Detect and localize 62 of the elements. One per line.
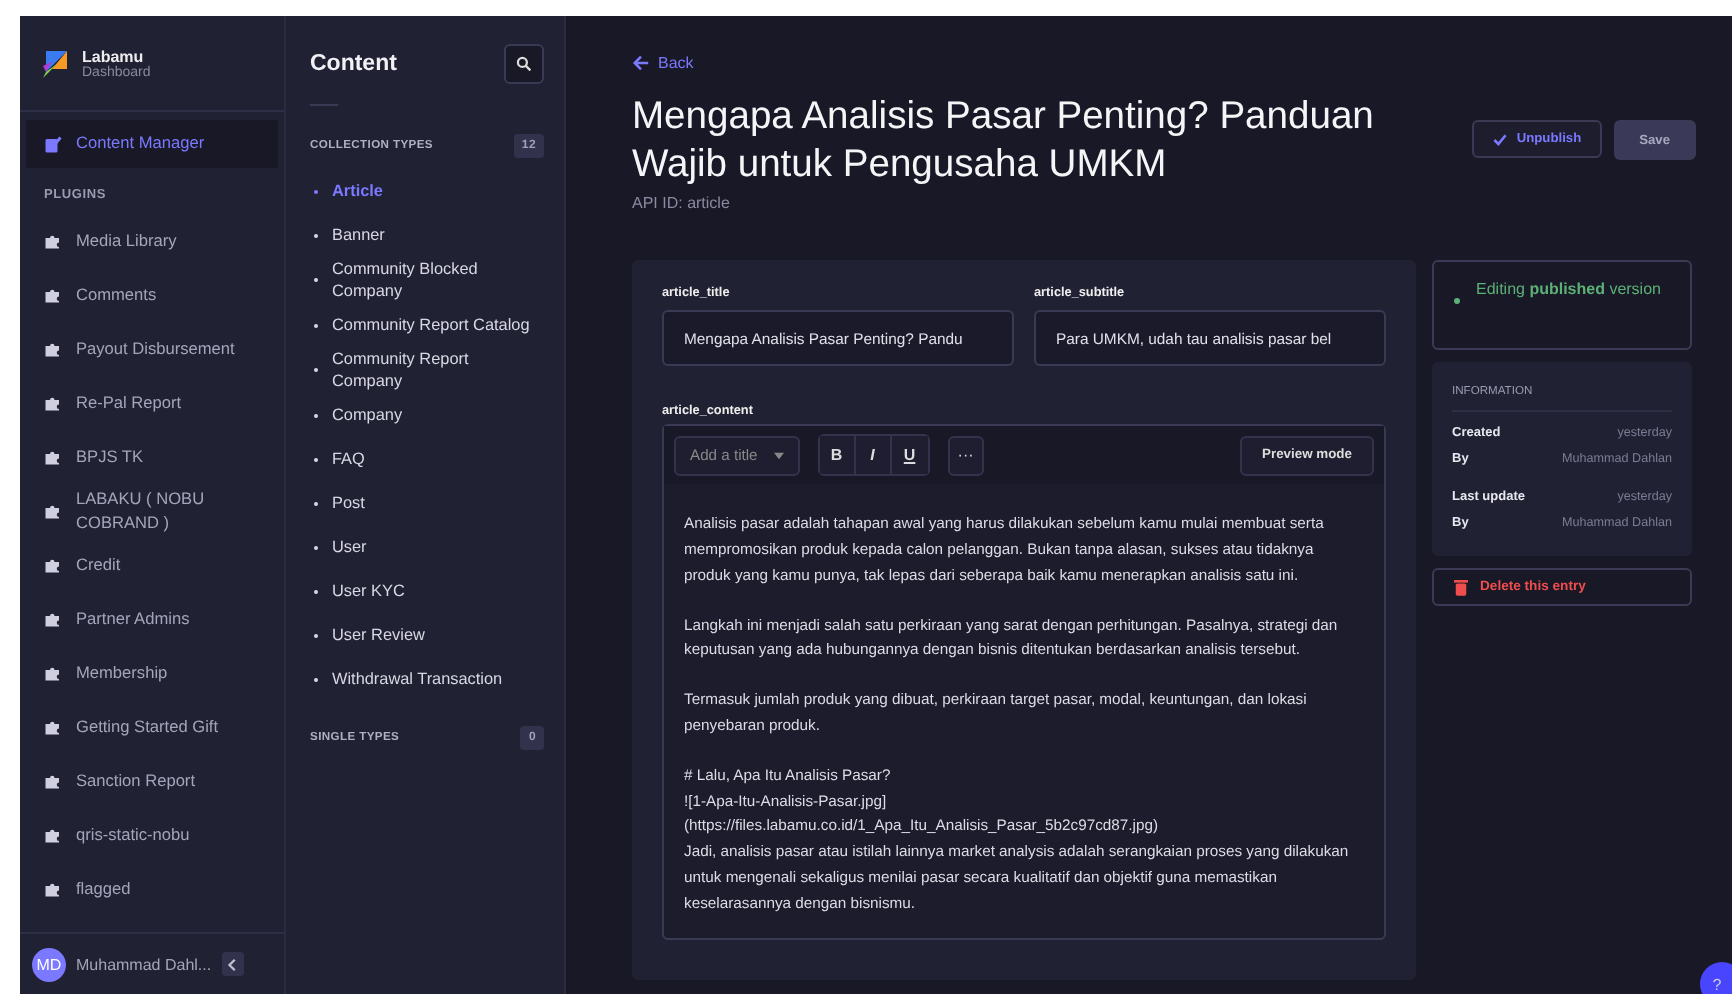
api-id: API ID: article <box>632 194 732 213</box>
collection-item[interactable]: User Review <box>310 613 544 658</box>
arrow-left-icon <box>632 54 650 72</box>
puzzle-icon <box>44 232 62 250</box>
collapse-button[interactable] <box>221 952 244 976</box>
user-avatar[interactable]: MD <box>32 947 66 981</box>
format-button[interactable]: B <box>819 436 856 475</box>
puzzle-icon <box>44 718 62 736</box>
puzzle-icon <box>44 664 62 682</box>
puzzle-icon <box>44 502 62 520</box>
chevron-left-icon <box>225 957 240 971</box>
sidebar-item[interactable]: qris-static-nobu <box>26 808 278 862</box>
sidebar-item[interactable]: BPJS TK <box>26 430 278 484</box>
pencil-icon <box>44 135 62 153</box>
sidebar-item[interactable]: Membership <box>26 646 278 700</box>
collection-item[interactable]: Community Report Company <box>310 347 544 394</box>
collection-item[interactable]: Banner <box>310 214 544 258</box>
puzzle-icon <box>44 826 62 844</box>
user-name: Muhammad Dahl... <box>76 955 212 973</box>
more-button[interactable]: ··· <box>947 435 984 476</box>
puzzle-icon <box>44 340 62 358</box>
sidebar-item[interactable]: Getting Started Gift <box>26 700 278 754</box>
status-text: Editing published version <box>1476 278 1661 303</box>
logo-icon <box>40 48 70 78</box>
collection-item[interactable]: Post <box>310 481 544 526</box>
trash-icon <box>1454 578 1468 597</box>
collection-item[interactable]: Community Blocked Company <box>310 258 544 304</box>
format-button[interactable]: I <box>855 436 892 475</box>
collection-item[interactable]: Company <box>310 393 544 438</box>
caret-icon <box>773 451 784 460</box>
sidebar-item[interactable]: flagged <box>26 862 278 916</box>
puzzle-icon <box>44 610 62 628</box>
page-title: Mengapa Analisis Pasar Penting? Panduan Wajib untuk Pengusaha UMKM <box>632 94 1376 191</box>
collection-item[interactable]: Article <box>310 170 544 214</box>
sidebar-item[interactable]: Partner Admins <box>26 592 278 646</box>
puzzle-icon <box>44 880 62 898</box>
format-button[interactable]: U <box>891 436 928 475</box>
sidebar-item[interactable]: LABAKU ( NOBU COBRAND ) <box>26 484 278 538</box>
collection-item[interactable]: Withdrawal Transaction <box>310 657 544 702</box>
sidebar-item[interactable]: Re-Pal Report <box>26 376 278 430</box>
search-icon <box>516 56 532 72</box>
help-button[interactable]: ? <box>1700 962 1732 994</box>
puzzle-icon <box>44 556 62 574</box>
sidebar-item[interactable]: Comments <box>26 268 278 322</box>
collection-item[interactable]: User KYC <box>310 569 544 614</box>
puzzle-icon <box>44 448 62 466</box>
collection-item[interactable]: FAQ <box>310 437 544 482</box>
sidebar-item[interactable]: Payout Disbursement <box>26 322 278 376</box>
puzzle-icon <box>44 286 62 304</box>
check-icon <box>1492 131 1509 147</box>
collection-item[interactable]: User <box>310 525 544 570</box>
sidebar-item[interactable]: Sanction Report <box>26 754 278 808</box>
back-link[interactable]: Back <box>632 54 694 72</box>
sidebar-item[interactable]: Media Library <box>26 214 278 268</box>
sidebar-item[interactable]: Content Manager <box>26 120 278 168</box>
search-button[interactable] <box>504 44 544 84</box>
sidebar-item[interactable]: Credit <box>26 538 278 592</box>
collection-item[interactable]: Community Report Catalog <box>310 303 544 348</box>
puzzle-icon <box>44 394 62 412</box>
panel-title: Content <box>310 52 397 76</box>
brand-name: Labamu <box>82 47 144 65</box>
puzzle-icon <box>44 772 62 790</box>
